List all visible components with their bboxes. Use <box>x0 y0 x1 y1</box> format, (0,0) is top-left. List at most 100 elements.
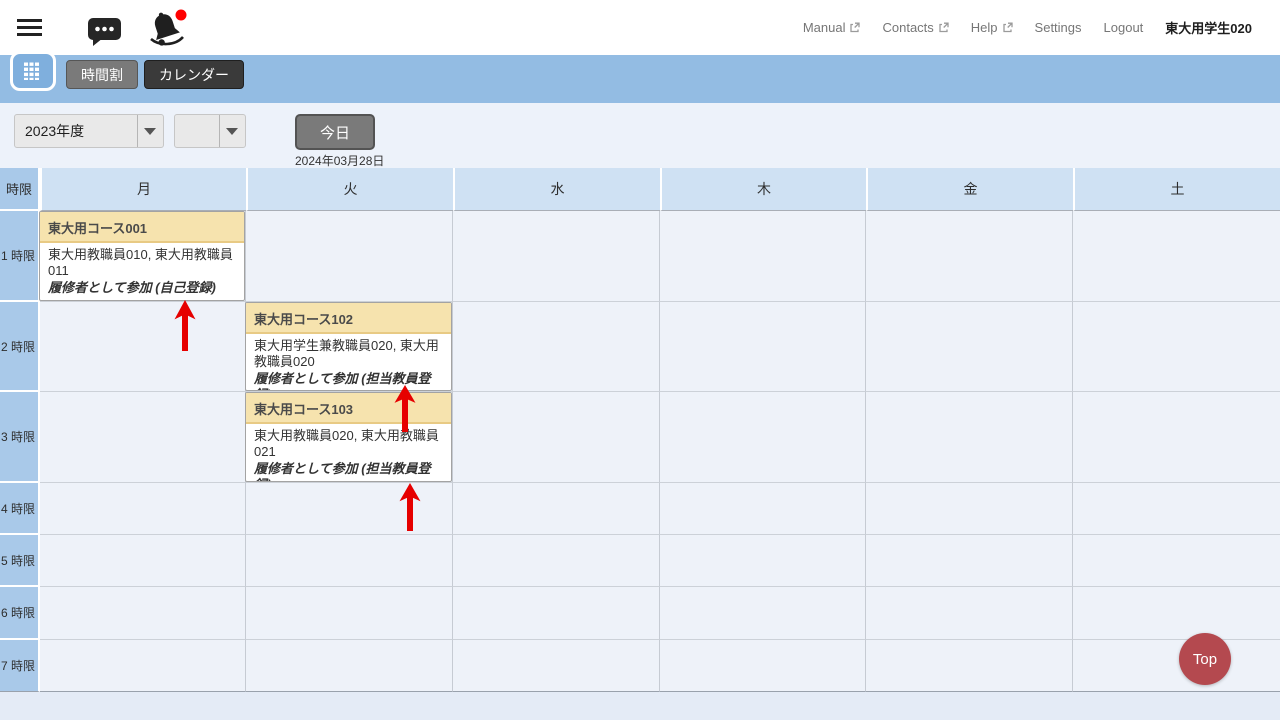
cell-sat-5 <box>1073 535 1280 587</box>
day-header-tue: 火 <box>246 168 453 211</box>
cell-thu-7 <box>660 640 866 692</box>
tab-timetable[interactable]: 時間割 <box>66 60 138 89</box>
notification-bell-icon[interactable] <box>144 6 192 57</box>
nav-logout-label: Logout <box>1104 20 1144 35</box>
cell-sat-3 <box>1073 392 1280 483</box>
cell-thu-2 <box>660 302 866 392</box>
course-body: 東大用学生兼教職員020, 東大用教職員020 履修者として参加 (担当教員登録… <box>246 334 451 391</box>
cell-thu-3 <box>660 392 866 483</box>
cell-fri-3 <box>866 392 1073 483</box>
course-members: 東大用教職員020, 東大用教職員021 <box>254 428 439 459</box>
term-select[interactable] <box>174 114 246 148</box>
cell-tue-4 <box>246 483 453 535</box>
view-tabs: 時間割 カレンダー <box>66 60 244 89</box>
chevron-down-icon <box>226 128 238 135</box>
external-link-icon <box>1002 22 1013 33</box>
cell-tue-6 <box>246 587 453 640</box>
cell-tue-3: 東大用コース103 東大用教職員020, 東大用教職員021 履修者として参加 … <box>246 392 453 483</box>
cell-mon-4 <box>40 483 246 535</box>
current-date: 2024年03月28日 <box>295 152 384 169</box>
nav-help[interactable]: Help <box>971 20 1013 35</box>
nav-manual[interactable]: Manual <box>803 20 861 35</box>
course-body: 東大用教職員020, 東大用教職員021 履修者として参加 (担当教員登録) <box>246 424 451 482</box>
course-title: 東大用コース001 <box>40 212 244 243</box>
home-tile-button[interactable] <box>10 51 56 91</box>
course-members: 東大用教職員010, 東大用教職員011 <box>48 247 233 278</box>
tab-calendar-label: カレンダー <box>159 65 229 85</box>
day-header-mon: 月 <box>40 168 246 211</box>
year-select[interactable]: 2023年度 <box>14 114 164 148</box>
course-participation: 履修者として参加 (自己登録) <box>48 280 236 296</box>
cell-tue-7 <box>246 640 453 692</box>
cell-wed-2 <box>453 302 660 392</box>
cell-sat-6 <box>1073 587 1280 640</box>
nav-settings[interactable]: Settings <box>1035 20 1082 35</box>
nav-manual-label: Manual <box>803 20 846 35</box>
top-navigation: Manual Contacts Help <box>803 0 1252 55</box>
nav-logout[interactable]: Logout <box>1104 20 1144 35</box>
external-link-icon <box>938 22 949 33</box>
period-label-7: 7 時限 <box>0 640 40 692</box>
nav-help-label: Help <box>971 20 998 35</box>
cell-fri-7 <box>866 640 1073 692</box>
filter-toolbar: 2023年度 今日 2024年03月28日 <box>0 103 1280 168</box>
external-link-icon <box>849 22 860 33</box>
cell-sat-1 <box>1073 211 1280 302</box>
chevron-down-icon <box>144 128 156 135</box>
today-button[interactable]: 今日 <box>295 114 375 150</box>
top-button-label: Top <box>1193 651 1217 668</box>
cell-sat-2 <box>1073 302 1280 392</box>
cell-tue-5 <box>246 535 453 587</box>
cell-wed-7 <box>453 640 660 692</box>
cell-thu-1 <box>660 211 866 302</box>
course-title: 東大用コース103 <box>246 393 451 424</box>
cell-fri-5 <box>866 535 1073 587</box>
course-participation: 履修者として参加 (担当教員登録) <box>254 371 443 392</box>
view-tab-band: 時間割 カレンダー <box>0 55 1280 103</box>
tab-calendar[interactable]: カレンダー <box>144 60 244 89</box>
cell-mon-7 <box>40 640 246 692</box>
course-card-001[interactable]: 東大用コース001 東大用教職員010, 東大用教職員011 履修者として参加 … <box>39 211 245 301</box>
cell-thu-6 <box>660 587 866 640</box>
period-label-5: 5 時限 <box>0 535 40 587</box>
today-button-label: 今日 <box>320 122 350 143</box>
period-label-1: 1 時限 <box>0 211 40 302</box>
period-label-4: 4 時限 <box>0 483 40 535</box>
cell-wed-3 <box>453 392 660 483</box>
day-header-fri: 金 <box>866 168 1073 211</box>
course-members: 東大用学生兼教職員020, 東大用教職員020 <box>254 338 439 369</box>
scroll-to-top-button[interactable]: Top <box>1179 633 1231 685</box>
cell-fri-1 <box>866 211 1073 302</box>
cell-mon-5 <box>40 535 246 587</box>
cell-fri-2 <box>866 302 1073 392</box>
course-participation: 履修者として参加 (担当教員登録) <box>254 461 443 483</box>
select-arrow-zone <box>137 115 163 147</box>
cell-mon-2 <box>40 302 246 392</box>
cell-fri-4 <box>866 483 1073 535</box>
cell-sat-7 <box>1073 640 1280 692</box>
cell-mon-6 <box>40 587 246 640</box>
notification-dot <box>176 10 187 21</box>
period-label-2: 2 時限 <box>0 302 40 392</box>
nav-contacts[interactable]: Contacts <box>882 20 948 35</box>
course-body: 東大用教職員010, 東大用教職員011 履修者として参加 (自己登録) <box>40 243 244 300</box>
day-header-wed: 水 <box>453 168 660 211</box>
chat-icon[interactable] <box>86 15 124 54</box>
cell-mon-1: 東大用コース001 東大用教職員010, 東大用教職員011 履修者として参加 … <box>40 211 246 302</box>
period-label-6: 6 時限 <box>0 587 40 640</box>
course-card-102[interactable]: 東大用コース102 東大用学生兼教職員020, 東大用教職員020 履修者として… <box>245 302 452 391</box>
day-header-thu: 木 <box>660 168 866 211</box>
cell-thu-5 <box>660 535 866 587</box>
cell-fri-6 <box>866 587 1073 640</box>
cell-tue-1 <box>246 211 453 302</box>
period-label-3: 3 時限 <box>0 392 40 483</box>
top-bar: Manual Contacts Help <box>0 0 1280 55</box>
menu-icon[interactable] <box>17 19 42 36</box>
course-card-103[interactable]: 東大用コース103 東大用教職員020, 東大用教職員021 履修者として参加 … <box>245 392 452 482</box>
cell-wed-6 <box>453 587 660 640</box>
page: Manual Contacts Help <box>0 0 1280 720</box>
course-title: 東大用コース102 <box>246 303 451 334</box>
day-header-sat: 土 <box>1073 168 1280 211</box>
select-arrow-zone <box>219 115 245 147</box>
cell-tue-2: 東大用コース102 東大用学生兼教職員020, 東大用教職員020 履修者として… <box>246 302 453 392</box>
